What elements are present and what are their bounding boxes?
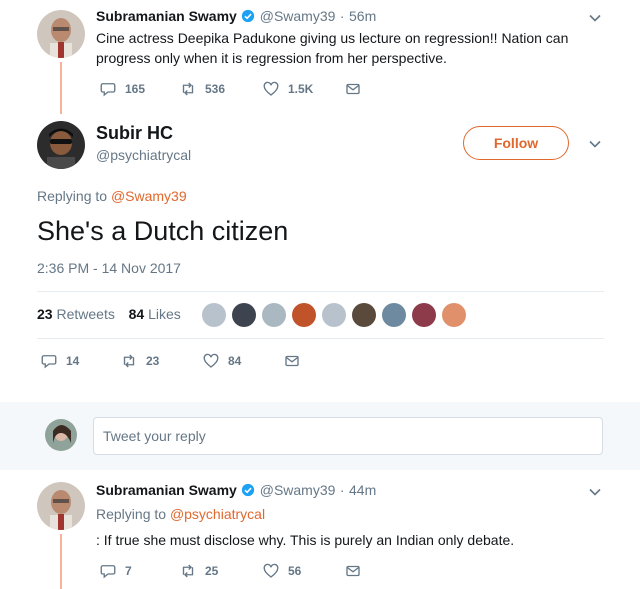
thread-line bbox=[60, 62, 62, 114]
heart-icon bbox=[203, 353, 219, 368]
avatar-swamy[interactable] bbox=[37, 482, 85, 530]
like-action[interactable]: 1.5K bbox=[262, 80, 344, 98]
reply-input[interactable]: Tweet your reply bbox=[93, 417, 603, 455]
tweet-time[interactable]: 44m bbox=[349, 482, 376, 498]
message-icon bbox=[285, 355, 299, 367]
like-stat[interactable]: 84 Likes bbox=[129, 306, 181, 322]
heart-icon bbox=[263, 563, 279, 578]
like-count: 1.5K bbox=[288, 82, 314, 96]
tweet-actions: 14 23 84 bbox=[40, 352, 301, 370]
liker-avatar[interactable] bbox=[322, 303, 346, 327]
divider bbox=[37, 291, 604, 292]
message-icon bbox=[346, 565, 360, 577]
like-count: 84 bbox=[228, 354, 242, 368]
tweet-actions: 7 25 56 bbox=[99, 562, 362, 580]
replying-handle-link[interactable]: @Swamy39 bbox=[111, 188, 187, 204]
tweet-actions: 165 536 1.5K bbox=[99, 80, 362, 98]
follow-button[interactable]: Follow bbox=[463, 126, 569, 160]
retweet-action[interactable]: 25 bbox=[179, 562, 262, 580]
tweet-header: Subramanian Swamy @Swamy39 · 44m bbox=[96, 482, 376, 500]
replying-handle-link[interactable]: @psychiatrycal bbox=[170, 506, 265, 522]
message-action[interactable] bbox=[344, 562, 362, 580]
reply-icon bbox=[100, 83, 116, 97]
tweet-text: Cine actress Deepika Padukone giving us … bbox=[96, 30, 569, 66]
chevron-down-icon[interactable] bbox=[588, 485, 602, 499]
tweet-timestamp[interactable]: 2:36 PM - 14 Nov 2017 bbox=[37, 260, 181, 276]
liker-avatar[interactable] bbox=[412, 303, 436, 327]
heart-icon bbox=[263, 81, 279, 96]
replying-to: Replying to @psychiatrycal bbox=[96, 506, 265, 522]
retweet-icon bbox=[182, 82, 194, 96]
replying-prefix: Replying to bbox=[96, 506, 167, 522]
retweet-stat[interactable]: 23 Retweets bbox=[37, 306, 115, 322]
tweet-stats: 23 Retweets 84 Likes bbox=[37, 306, 181, 322]
separator: · bbox=[339, 482, 345, 498]
retweet-action[interactable]: 23 bbox=[120, 352, 202, 370]
retweet-stat-label: Retweets bbox=[56, 306, 115, 322]
liker-avatar[interactable] bbox=[262, 303, 286, 327]
reply-count: 14 bbox=[66, 354, 80, 368]
retweet-icon bbox=[182, 564, 194, 578]
tweet-header: Subramanian Swamy @Swamy39 · 56m bbox=[96, 8, 376, 26]
chevron-down-icon[interactable] bbox=[588, 11, 602, 25]
replying-to: Replying to @Swamy39 bbox=[37, 188, 187, 204]
liker-avatar[interactable] bbox=[442, 303, 466, 327]
author-name[interactable]: Subramanian Swamy bbox=[96, 8, 237, 24]
like-count: 56 bbox=[288, 564, 302, 578]
reply-count: 165 bbox=[125, 82, 146, 96]
thread-line bbox=[60, 534, 62, 589]
like-action[interactable]: 84 bbox=[202, 352, 283, 370]
like-action[interactable]: 56 bbox=[262, 562, 344, 580]
liker-avatar[interactable] bbox=[382, 303, 406, 327]
message-action[interactable] bbox=[283, 352, 301, 370]
retweet-action[interactable]: 536 bbox=[179, 80, 262, 98]
reply-action[interactable]: 165 bbox=[99, 80, 179, 98]
retweet-count: 23 bbox=[146, 354, 160, 368]
verified-badge-icon bbox=[242, 483, 255, 497]
liker-avatar[interactable] bbox=[202, 303, 226, 327]
reply-icon bbox=[41, 355, 57, 369]
message-icon bbox=[346, 83, 360, 95]
reply-action[interactable]: 14 bbox=[40, 352, 120, 370]
retweet-icon bbox=[123, 354, 135, 368]
reply-action[interactable]: 7 bbox=[99, 562, 179, 580]
chevron-down-icon[interactable] bbox=[588, 137, 602, 151]
author-handle[interactable]: @Swamy39 bbox=[260, 8, 336, 24]
tweet-time[interactable]: 56m bbox=[349, 8, 376, 24]
reply-count: 7 bbox=[125, 564, 132, 578]
divider bbox=[37, 338, 604, 339]
separator: · bbox=[339, 8, 345, 24]
avatar-swamy[interactable] bbox=[37, 10, 85, 58]
author-name[interactable]: Subramanian Swamy bbox=[96, 482, 237, 498]
like-stat-count: 84 bbox=[128, 306, 145, 322]
retweet-stat-count: 23 bbox=[37, 306, 53, 322]
author-handle[interactable]: @psychiatrycal bbox=[96, 147, 191, 163]
liker-avatar[interactable] bbox=[292, 303, 316, 327]
replying-prefix: Replying to bbox=[37, 188, 108, 204]
verified-badge-icon bbox=[242, 9, 255, 23]
liker-avatars bbox=[202, 303, 466, 327]
tweet-text: : If true she must disclose why. This is… bbox=[96, 532, 515, 548]
retweet-count: 25 bbox=[205, 564, 219, 578]
avatar-subir[interactable] bbox=[37, 121, 85, 169]
reply-icon bbox=[100, 565, 116, 579]
like-stat-label: Likes bbox=[148, 306, 181, 322]
current-user-avatar bbox=[45, 419, 77, 451]
reply-bar: Tweet your reply bbox=[0, 402, 640, 470]
author-handle[interactable]: @Swamy39 bbox=[260, 482, 336, 498]
retweet-count: 536 bbox=[205, 82, 226, 96]
liker-avatar[interactable] bbox=[352, 303, 376, 327]
liker-avatar[interactable] bbox=[232, 303, 256, 327]
message-action[interactable] bbox=[344, 80, 362, 98]
main-tweet-text: She's a Dutch citizen bbox=[37, 216, 289, 246]
author-name[interactable]: Subir HC bbox=[96, 123, 173, 144]
